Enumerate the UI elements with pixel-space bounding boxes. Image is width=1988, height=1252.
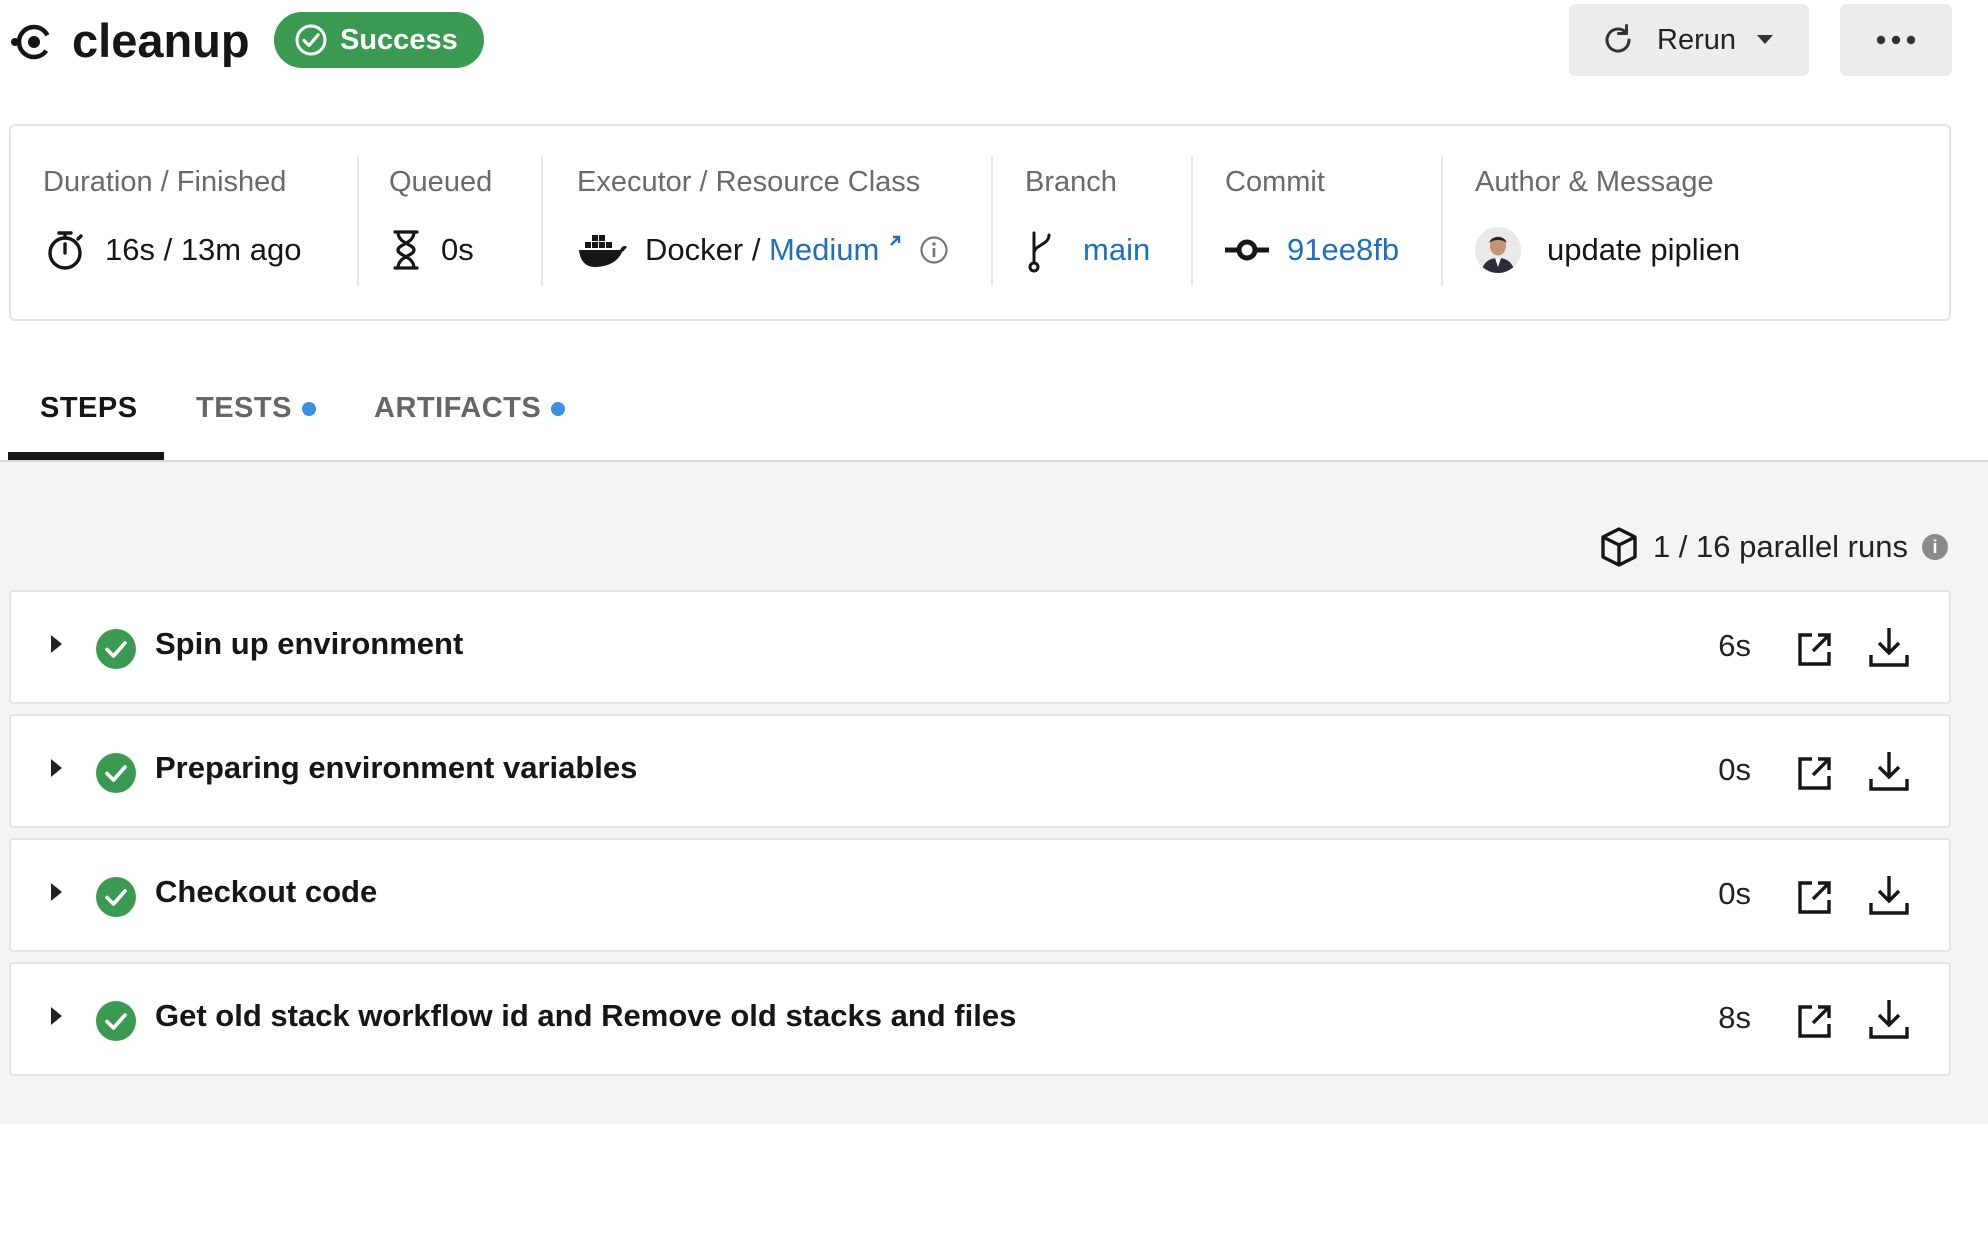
- job-tabs: STEPS TESTS ARTIFACTS: [0, 370, 1988, 462]
- divider: [1191, 156, 1193, 286]
- step-name: Preparing environment variables: [155, 750, 638, 785]
- author-label: Author & Message: [1475, 166, 1714, 198]
- expand-caret-icon[interactable]: [51, 883, 62, 901]
- success-check-icon: [96, 753, 136, 793]
- job-info-panel: Duration / Finished 16s / 13m ago Queued…: [9, 124, 1951, 321]
- step-duration: 6s: [1718, 628, 1751, 663]
- duration-label: Duration / Finished: [43, 166, 287, 198]
- download-icon[interactable]: [1867, 873, 1911, 917]
- download-icon[interactable]: [1867, 749, 1911, 793]
- job-header: cleanup Success Rerun: [0, 0, 1988, 100]
- info-icon[interactable]: i: [1922, 534, 1948, 560]
- job-title: cleanup: [72, 14, 250, 67]
- step-row[interactable]: Spin up environment 6s: [9, 590, 1951, 704]
- info-circle-icon[interactable]: [919, 235, 949, 265]
- duration-value: 16s / 13m ago: [105, 232, 302, 267]
- step-name: Spin up environment: [155, 626, 464, 661]
- queued-value: 0s: [441, 232, 474, 267]
- check-circle-icon: [295, 24, 327, 56]
- rerun-label: Rerun: [1657, 23, 1736, 56]
- status-badge: Success: [274, 12, 484, 68]
- parallel-runs[interactable]: 1 / 16 parallel runs i: [1599, 526, 1948, 568]
- ellipsis-icon: [1876, 35, 1916, 45]
- avatar: [1475, 227, 1521, 273]
- step-duration: 0s: [1718, 752, 1751, 787]
- tab-label: TESTS: [196, 392, 292, 424]
- commit-link[interactable]: 91ee8fb: [1287, 232, 1399, 268]
- parallel-runs-label: 1 / 16 parallel runs: [1652, 529, 1908, 564]
- stopwatch-icon: [48, 231, 83, 270]
- tab-steps[interactable]: STEPS: [40, 392, 138, 425]
- executor-label: Executor / Resource Class: [577, 166, 921, 198]
- success-check-icon: [96, 877, 136, 917]
- executor-separator: /: [743, 232, 770, 267]
- expand-caret-icon[interactable]: [51, 759, 62, 777]
- tab-label: STEPS: [40, 392, 138, 424]
- commit-label: Commit: [1225, 166, 1325, 198]
- cube-icon: [1601, 527, 1637, 567]
- git-branch-icon: [1028, 231, 1051, 273]
- expand-caret-icon[interactable]: [51, 635, 62, 653]
- download-icon[interactable]: [1867, 625, 1911, 669]
- tab-artifacts[interactable]: ARTIFACTS: [374, 392, 566, 425]
- step-row[interactable]: Checkout code 0s: [9, 838, 1951, 952]
- executor-value: Docker: [645, 232, 744, 267]
- active-tab-indicator: [8, 452, 164, 460]
- success-check-icon: [96, 629, 136, 669]
- open-external-icon[interactable]: [1795, 629, 1835, 669]
- job-icon: [11, 24, 52, 60]
- tab-label: ARTIFACTS: [374, 392, 542, 424]
- queued-label: Queued: [389, 166, 493, 198]
- git-commit-icon: [1225, 239, 1269, 261]
- divider: [357, 156, 359, 286]
- refresh-icon: [1605, 24, 1631, 53]
- more-options-button[interactable]: [1840, 4, 1952, 76]
- notification-dot: [551, 401, 566, 416]
- docker-icon: [579, 235, 627, 267]
- step-duration: 8s: [1718, 1000, 1751, 1035]
- chevron-down-icon: [1757, 35, 1773, 44]
- resource-class-link[interactable]: Medium: [769, 232, 879, 268]
- step-name: Get old stack workflow id and Remove old…: [155, 998, 1017, 1033]
- step-name: Checkout code: [155, 874, 378, 909]
- hourglass-icon: [393, 230, 419, 270]
- divider: [1441, 156, 1443, 286]
- download-icon[interactable]: [1867, 997, 1911, 1041]
- branch-label: Branch: [1025, 166, 1117, 198]
- expand-caret-icon[interactable]: [51, 1007, 62, 1025]
- rerun-button[interactable]: Rerun: [1569, 4, 1809, 76]
- divider: [991, 156, 993, 286]
- steps-panel: 1 / 16 parallel runs i Spin up environme…: [0, 462, 1988, 1124]
- step-row[interactable]: Get old stack workflow id and Remove old…: [9, 962, 1951, 1076]
- step-row[interactable]: Preparing environment variables 0s: [9, 714, 1951, 828]
- commit-message: update piplien: [1547, 232, 1741, 267]
- success-check-icon: [96, 1001, 136, 1041]
- open-external-icon[interactable]: [1795, 753, 1835, 793]
- status-label: Success: [340, 23, 458, 56]
- notification-dot: [301, 401, 316, 416]
- step-duration: 0s: [1718, 876, 1751, 911]
- job-page: cleanup Success Rerun Duration / Finishe…: [0, 0, 1988, 1252]
- open-external-icon[interactable]: [1795, 877, 1835, 917]
- tab-tests[interactable]: TESTS: [196, 392, 316, 425]
- branch-link[interactable]: main: [1083, 232, 1150, 268]
- divider: [541, 156, 543, 286]
- open-external-icon[interactable]: [1795, 1001, 1835, 1041]
- external-arrow-icon: [890, 235, 901, 246]
